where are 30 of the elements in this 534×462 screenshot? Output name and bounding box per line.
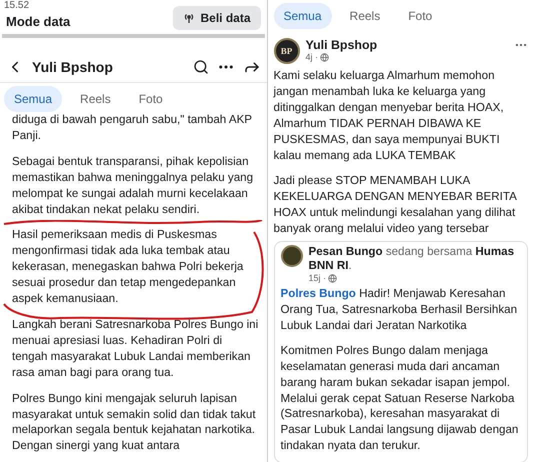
post-author[interactable]: Yuli Bpshop [306,38,508,52]
article-paragraph: diduga di bawah pengaruh sabu," tambah AKP Panji. [12,112,253,144]
tab[interactable]: Foto [128,86,173,112]
article-paragraph: Hasil pemeriksaan medis di Puskesmas mengonfirmasi tidak ada luka tembak atau kekerasan, menegaskan bahwa Polri bekerja sesuai prosedur dan tetap mengedepankan aspek kemanusiaan. [12,227,244,307]
buy-data-button[interactable]: Beli data [173,6,260,30]
tab[interactable]: Reels [340,3,390,29]
page-avatar[interactable] [280,245,302,268]
post-paragraph: Jadi please STOP MENAMBAH LUKA KEKELUARGA DENGAN MENYEBAR BERITA HOAX untuk melindungi kesalahan yang dilihat banyak orang melalui video yang tersebar [274,173,518,238]
status-time: 15.52 [4,0,30,11]
shared-post-author: Pesan Bungo sedang bersama Humas BNN RI. [308,245,516,274]
article-paragraph: Sebagai bentuk transparansi, pihak kepolisian memastikan bahwa meninggalnya pelaku yang melompat ke sungai adalah murni kecelakaan akibat tindakan nekat pelaku sendiri. [12,154,254,218]
mode-label: Mode data [6,14,70,28]
tab[interactable]: Foto [398,3,442,29]
globe-icon [320,52,330,62]
tab[interactable]: Reels [70,86,121,112]
post-paragraph: Komitmen Polres Bungo dalam menjaga keselamatan generasi muda dari ancaman barang haram bukan sekadar isapan jempol. Melalui gerak cepat Satuan Reserse Narkoba (Satresnarkoba), keresahan masyarakat di Pasar Lubuk Landai langsung dijawab dengan tindakan nyata dan terukur. [280,342,520,454]
page-link[interactable]: Polres Bungo [280,287,356,300]
search-icon[interactable] [192,59,208,75]
post-time: 15j · [308,273,326,284]
article-paragraph: Langkah berani Satresnarkoba Polres Bungo ini menuai apresiasi luas. Kehadiran Polri di tengah masyarakat Lubuk Landai memberikan rasa aman bagi para orang tua. [12,316,258,381]
tab[interactable]: Semua [4,86,62,112]
signal-broadcast-icon [183,12,196,24]
post-time: 4j · [306,52,318,62]
globe-icon [328,274,338,283]
page-avatar[interactable]: BP [274,38,300,64]
article-paragraph: Polres Bungo kini mengajak seluruh lapisan masyarakat untuk semakin solid dan tidak takut melaporkan segala bentuk kejahatan narkotika. Dengan sinergi yang kuat antara [12,390,257,454]
post-paragraph: Polres Bungo Hadir! Menjawab Keresahan Orang Tua, Satresnarkoba Berhasil Bersihkan Lubuk Landai dari Jeratan Narkotika [280,286,518,334]
post-paragraph: Kami selaku keluarga Almarhum memohon jangan menambah luka ke keluarga yang ditinggalkan dengan menyebar berita HOAX, Almarhum TIDAK PERNAH DIBAWA KE PUSKESMAS, dan saya mempunyai BUKTI kalau memang ada LUKA TEMBAK [274,68,505,164]
page-title: Yuli Bpshop [32,59,114,75]
tab[interactable]: Semua [274,3,332,29]
